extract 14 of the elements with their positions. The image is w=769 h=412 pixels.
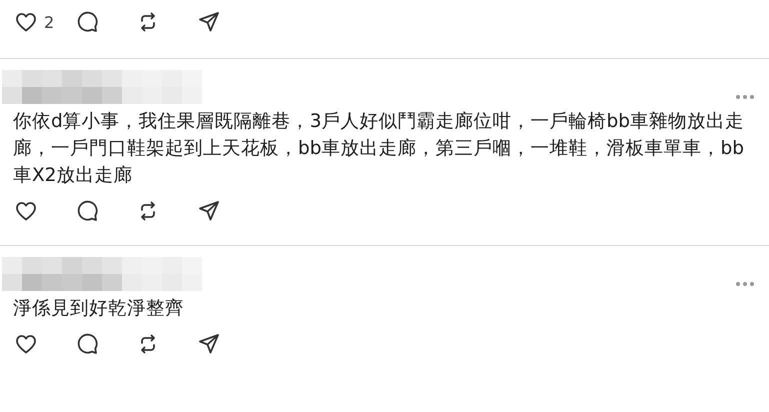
comment-icon[interactable] xyxy=(75,332,99,356)
comment-icon[interactable] xyxy=(75,199,99,223)
more-options-icon[interactable] xyxy=(735,94,755,100)
heart-icon[interactable] xyxy=(14,10,38,34)
send-icon[interactable] xyxy=(197,199,221,223)
heart-icon[interactable] xyxy=(14,332,38,356)
send-icon[interactable] xyxy=(197,10,221,34)
more-options-icon[interactable] xyxy=(735,281,755,287)
send-icon[interactable] xyxy=(197,332,221,356)
like-count: 2 xyxy=(44,12,54,32)
comment-icon[interactable] xyxy=(75,10,99,34)
comment-text: 你依d算小事，我住果層既隔離巷，3戶人好似鬥霸走廊位咁，一戶輪椅bb車雜物放出走廊，一戶門口鞋架起到上天花板，bb車放出走廊，第三戶嗰，一堆鞋，滑板車單車，bb車X2放出走廊 xyxy=(13,110,745,188)
comment-text: 淨係見到好乾淨整齊 xyxy=(13,297,185,321)
heart-icon[interactable] xyxy=(14,199,38,223)
